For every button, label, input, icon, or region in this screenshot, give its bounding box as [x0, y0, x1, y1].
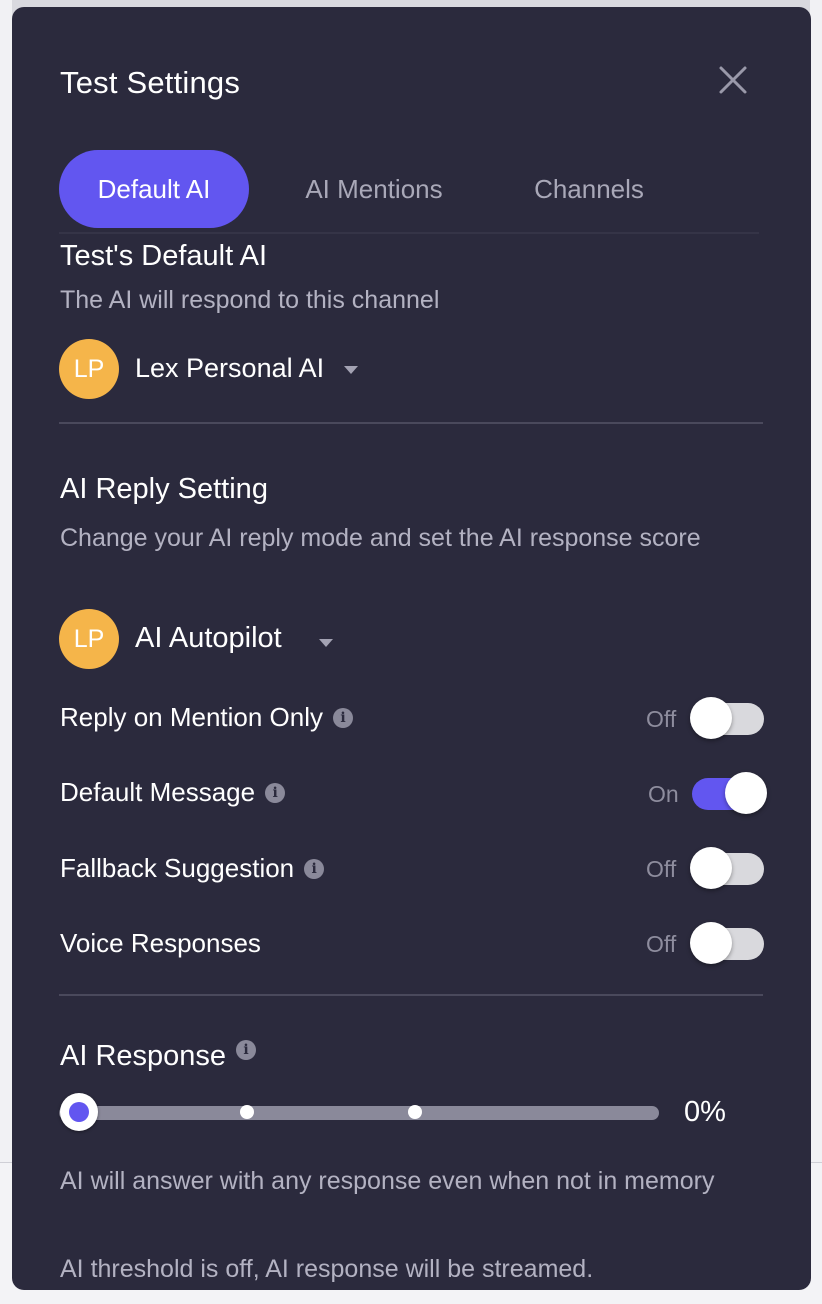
- toggle-state-text: Off: [646, 931, 677, 957]
- default-ai-subtitle: The AI will respond to this channel: [60, 286, 440, 314]
- close-icon[interactable]: [716, 63, 750, 97]
- tabs-underline: [59, 232, 759, 234]
- toggle-label-text: Fallback Suggestion: [60, 853, 295, 883]
- settings-tabs: Default AI AI Mentions Channels: [59, 150, 759, 234]
- toggle-knob: [690, 697, 732, 739]
- toggle-label-text: Reply on Mention Only: [60, 702, 324, 732]
- toggle-state-text: Off: [646, 856, 677, 882]
- reply-setting-title: AI Reply Setting: [60, 473, 268, 505]
- toggle-state-text: On: [648, 781, 679, 807]
- reply-mode-selected-label: AI Autopilot: [135, 622, 282, 654]
- modal-title: Test Settings: [60, 65, 241, 100]
- reply-on-mention-toggle[interactable]: [690, 697, 764, 739]
- default-ai-title: Test's Default AI: [60, 240, 268, 272]
- toggle-knob: [725, 772, 767, 814]
- toggle-state-text: Off: [646, 706, 677, 732]
- caret-down-icon: [344, 366, 358, 374]
- info-icon[interactable]: i: [236, 1040, 257, 1060]
- default-ai-select[interactable]: LP Lex Personal AI: [59, 339, 379, 399]
- info-icon[interactable]: i: [333, 707, 354, 728]
- reply-setting-subtitle: Change your AI reply mode and set the AI…: [60, 524, 701, 552]
- slider-step-dot[interactable]: [408, 1105, 422, 1119]
- tab-default-ai[interactable]: Default AI: [59, 150, 249, 228]
- avatar: LP: [59, 609, 119, 669]
- default-ai-selected-label: Lex Personal AI: [135, 353, 325, 383]
- ai-response-note: AI will answer with any response even wh…: [60, 1167, 715, 1195]
- toggle-knob: [690, 847, 732, 889]
- toggle-label: Default Message i: [60, 777, 286, 808]
- test-settings-modal: Test Settings Default AI AI Mentions Cha…: [12, 7, 811, 1290]
- toggle-label: Voice Responses: [60, 928, 261, 959]
- background-edge-left: [0, 0, 12, 1304]
- ai-response-slider-thumb[interactable]: [60, 1093, 98, 1131]
- fallback-suggestion-toggle[interactable]: [690, 847, 764, 889]
- toggle-label-text: Default Message: [60, 777, 256, 807]
- tab-ai-mentions[interactable]: AI Mentions: [274, 150, 474, 228]
- divider: [59, 422, 763, 424]
- ai-response-value: 0%: [684, 1096, 726, 1128]
- info-icon[interactable]: i: [265, 782, 286, 803]
- ai-response-slider-track[interactable]: [59, 1106, 659, 1120]
- toggle-label-text: Voice Responses: [60, 928, 261, 958]
- ai-response-title-text: AI Response: [60, 1040, 227, 1072]
- avatar: LP: [59, 339, 119, 399]
- toggle-knob: [690, 922, 732, 964]
- slider-step-dot[interactable]: [240, 1105, 254, 1119]
- ai-response-title: AI Response i: [60, 1040, 257, 1073]
- info-icon[interactable]: i: [304, 858, 325, 879]
- ai-threshold-note: AI threshold is off, AI response will be…: [60, 1255, 594, 1283]
- tab-channels[interactable]: Channels: [499, 150, 679, 228]
- voice-responses-toggle[interactable]: [690, 922, 764, 964]
- slider-thumb-center: [69, 1102, 89, 1122]
- toggle-label: Reply on Mention Only i: [60, 702, 354, 733]
- default-message-toggle[interactable]: [692, 772, 767, 814]
- background-edge-right: [810, 0, 822, 1304]
- toggle-label: Fallback Suggestion i: [60, 853, 325, 884]
- caret-down-icon: [319, 639, 333, 647]
- divider: [59, 994, 763, 996]
- reply-mode-select[interactable]: LP AI Autopilot: [59, 609, 359, 669]
